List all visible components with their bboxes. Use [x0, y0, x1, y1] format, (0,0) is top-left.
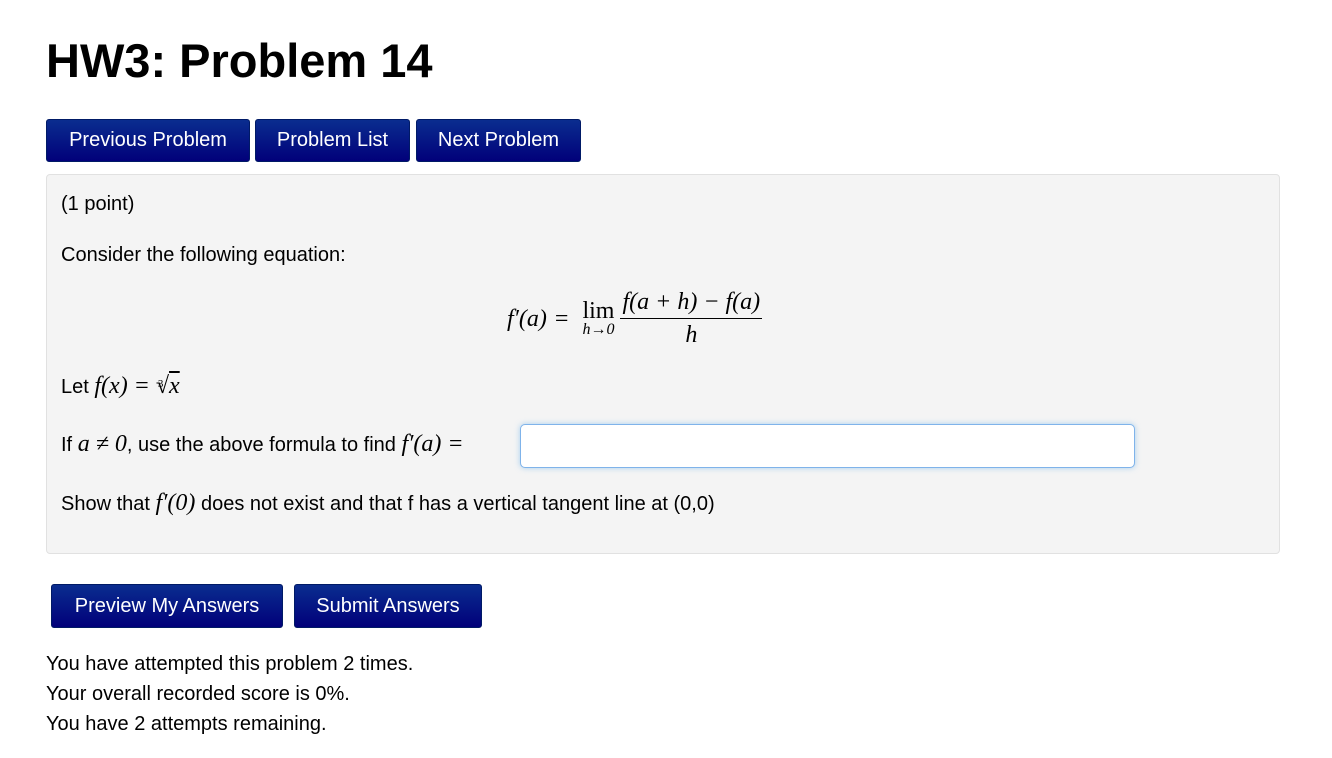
show-math: f′(0) — [155, 490, 196, 516]
let-prefix: Let — [61, 376, 89, 398]
root-index: 3 — [157, 378, 164, 390]
cube-root: 3 √x — [155, 373, 180, 399]
problem-points: (1 point) — [61, 193, 135, 215]
show-suffix: does not exist and that f has a vertical… — [200, 493, 715, 515]
score-text: Your overall recorded score is 0%. — [46, 683, 350, 705]
show-prefix: Show that — [61, 493, 150, 515]
formula-lhs: f′(a) — [507, 305, 547, 332]
difference-quotient: f(a + h) − f(a) h — [620, 290, 763, 348]
previous-problem-button[interactable]: Previous Problem — [46, 119, 250, 162]
problem-list-button[interactable]: Problem List — [255, 119, 410, 162]
remaining-text: You have 2 attempts remaining. — [46, 713, 327, 735]
formula-equals: = — [554, 305, 569, 332]
fraction-numerator: f(a + h) − f(a) — [620, 290, 763, 319]
function-math: f(x) = — [94, 373, 156, 399]
root-radicand: x — [169, 373, 180, 399]
attempts-text: You have attempted this problem 2 times. — [46, 653, 414, 675]
function-definition: Let f(x) = 3 √x — [61, 374, 180, 399]
limit-subscript: h→0 — [582, 320, 615, 338]
question-line: If a ≠ 0, use the above formula to find … — [61, 432, 464, 457]
fraction-denominator: h — [685, 322, 698, 348]
submit-answers-button[interactable]: Submit Answers — [294, 584, 482, 628]
next-problem-button[interactable]: Next Problem — [416, 119, 581, 162]
page-title: HW3: Problem 14 — [46, 34, 433, 87]
preview-answers-button[interactable]: Preview My Answers — [51, 584, 283, 628]
limit-label: lim — [582, 297, 615, 324]
derivative-formula: f′(a) = lim h→0 f(a + h) − f(a) h — [507, 290, 763, 348]
question-middle: , use the above formula to find — [126, 434, 396, 456]
limit-operator: lim h→0 — [582, 297, 615, 338]
problem-intro: Consider the following equation: — [61, 244, 346, 266]
answer-input[interactable] — [520, 424, 1135, 468]
question-condition: a ≠ 0 — [77, 431, 127, 457]
question-math: f′(a) = — [401, 431, 464, 457]
question-prefix: If — [61, 434, 73, 456]
show-statement: Show that f′(0) does not exist and that … — [61, 491, 715, 516]
